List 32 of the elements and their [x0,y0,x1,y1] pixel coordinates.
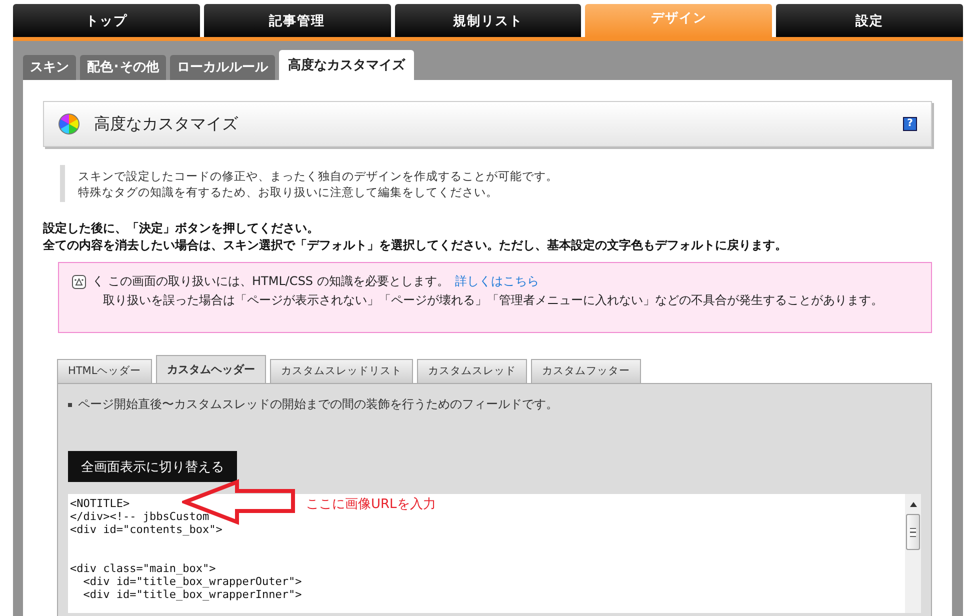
scroll-up-icon[interactable] [910,502,916,507]
help-button[interactable]: ? [903,117,917,131]
scrollbar[interactable] [905,494,921,613]
tab[interactable]: カスタムスレッド [417,359,528,383]
color-wheel-icon [58,113,80,135]
details-link[interactable]: 詳しくはこちら [454,272,539,291]
field-note: ページ開始直後〜カスタムスレッドの開始までの間の装飾を行うためのフィールドです。 [78,396,558,413]
warning-icon [72,274,86,288]
tab[interactable]: スキン [23,55,76,80]
tab[interactable]: ローカルルール [170,55,275,80]
description-text: 特殊なタグの知識を有するため、お取り扱いに注意して編集をしてください。 [78,184,499,200]
bullet-icon [68,402,72,406]
nav-tab[interactable]: 設定 [776,4,963,37]
nav-tab[interactable]: トップ [13,4,200,37]
section-title: 高度なカスタマイズ [94,114,239,134]
scroll-thumb[interactable] [906,514,920,550]
nav-tab[interactable]: 記事管理 [204,4,391,37]
annotation-text: ここに画像URLを入力 [306,496,436,513]
description-text: スキンで設定したコードの修正や、まったく独自のデザインを作成することが可能です。 [78,168,559,184]
instruction-text: 設定した後に、「決定」ボタンを押してください。 [43,220,320,237]
tab[interactable]: 配色･その他 [80,55,166,80]
tab[interactable]: カスタムヘッダー [156,355,266,383]
warning-detail: 取り扱いを誤った場合は「ページが表示されない」「ページが壊れる」「管理者メニューに入れない」などの不具合が発生することがあります。 [102,292,884,309]
warning-text: この画面の取り扱いには、HTML/CSS の知識を必要とします。 [108,273,449,290]
tab[interactable]: HTMLヘッダー [57,359,152,383]
fullscreen-button[interactable]: 全画面表示に切り替える [68,451,237,482]
warning-marker: く [92,273,104,290]
nav-tab[interactable]: 規制リスト [394,4,582,37]
tab[interactable]: カスタムフッター [531,359,642,383]
tab[interactable]: 高度なカスタマイズ [279,50,414,80]
tab[interactable]: カスタムスレッドリスト [270,359,414,383]
instruction-text: 全ての内容を消去したい場合は、スキン選択で「デフォルト」を選択してください。ただし、基本設定の文字色もデフォルトに戻ります。 [43,237,788,254]
